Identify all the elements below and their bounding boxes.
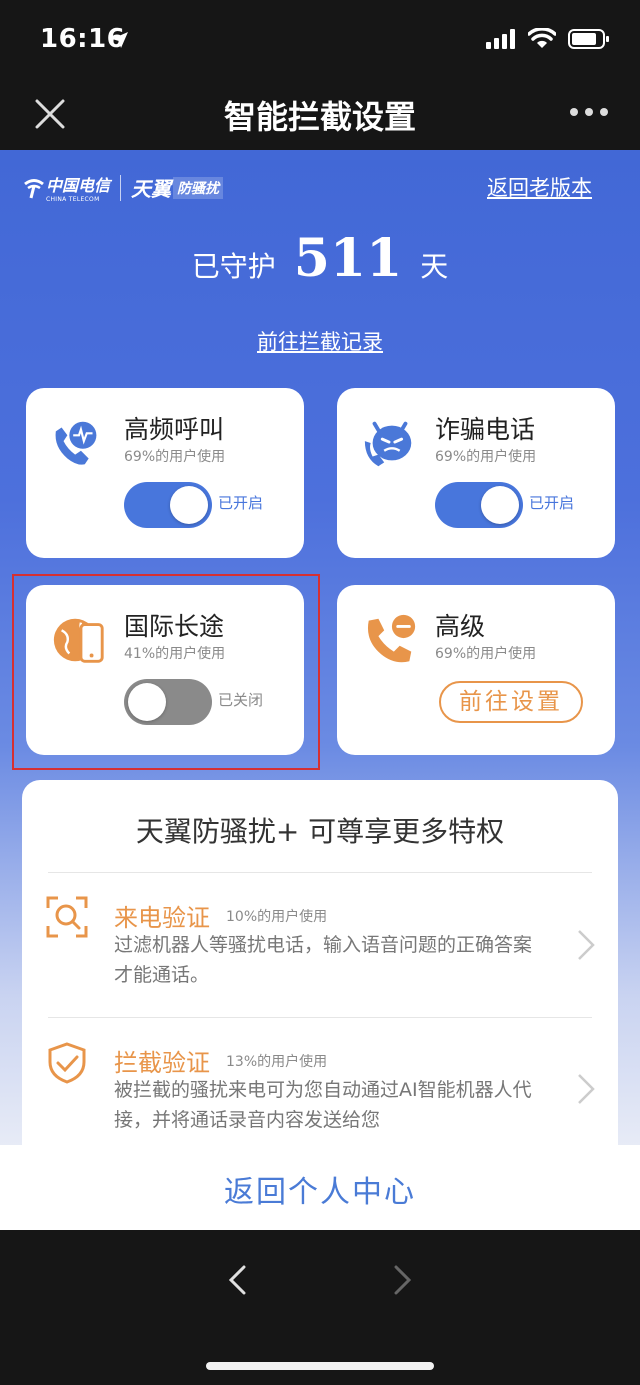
high-frequency-call-icon [55,421,97,465]
perk-usage: 13%的用户使用 [226,1054,328,1070]
guard-suffix: 天 [420,250,449,283]
perk-title: 来电验证 [114,904,210,932]
battery-icon [568,29,609,49]
perks-panel: 天翼防骚扰+ 可尊享更多特权 来电验证 10%的用户使用 过滤机器人等骚扰电话，… [22,780,618,1145]
forward-arrow-icon[interactable] [392,1264,414,1296]
return-bar: 返回个人中心 [0,1145,640,1230]
card-title: 诈骗电话 [435,415,536,444]
chevron-right-icon[interactable] [576,1072,596,1106]
nav-bar: 智能拦截设置 [0,82,640,150]
advanced-phone-icon [367,614,416,663]
wifi-icon [528,28,556,48]
status-bar: 16:16 [0,0,640,82]
card-usage: 69%的用户使用 [124,449,226,465]
main-content: 中国电信 CHINA TELECOM 天翼 防骚扰 返回老版本 已守护 511 … [0,150,640,1145]
perk-title: 拦截验证 [114,1049,210,1077]
brand-divider [120,174,122,201]
fraud-devil-icon [364,421,412,467]
card-title: 高频呼叫 [124,415,225,444]
brand-logo: 中国电信 CHINA TELECOM 天翼 防骚扰 [22,172,224,203]
signal-icon [486,29,515,49]
brand-anti-harass: 防骚扰 [173,176,224,199]
fraud-call-toggle[interactable] [435,482,523,528]
shield-check-icon [48,1042,86,1084]
perk-description: 过滤机器人等骚扰电话，输入语音问题的正确答案才能通话。 [114,934,533,986]
home-indicator[interactable] [206,1362,434,1370]
chevron-right-icon[interactable] [576,928,596,962]
scan-verify-icon [46,896,88,938]
high-frequency-toggle[interactable] [124,482,212,528]
goto-settings-button[interactable]: 前往设置 [439,681,583,723]
perk-usage: 10%的用户使用 [226,909,328,925]
back-old-version-link[interactable]: 返回老版本 [487,172,592,202]
divider [48,872,592,873]
highlight-box [12,574,320,770]
perks-title: 天翼防骚扰+ 可尊享更多特权 [135,815,505,848]
guard-prefix: 已守护 [191,250,276,283]
brand-tianyi: 天翼 [131,177,172,201]
status-icons [486,28,610,50]
location-arrow-icon [112,32,128,48]
guard-days-counter: 已守护 511 天 [0,228,640,289]
toggle-status: 已开启 [218,494,264,512]
toggle-status: 已开启 [529,494,575,512]
guard-days: 511 [293,228,403,289]
more-icon[interactable] [570,108,608,116]
china-telecom-wordmark: 中国电信 CHINA TELECOM [46,176,111,203]
card-title: 高级 [435,612,486,641]
intercept-record-link[interactable]: 前往拦截记录 [0,326,640,356]
card-fraud-call: 诈骗电话 69%的用户使用 已开启 [337,388,615,558]
card-high-frequency: 高频呼叫 69%的用户使用 已开启 [26,388,304,558]
return-personal-center-link[interactable]: 返回个人中心 [0,1167,640,1211]
card-advanced: 高级 69%的用户使用 前往设置 [337,585,615,755]
card-usage: 69%的用户使用 [435,449,537,465]
china-telecom-logo-icon [24,178,44,198]
perk-description: 被拦截的骚扰来电可为您自动通过AI智能机器人代接，并将通话录音内容发送给您 [114,1079,532,1131]
back-arrow-icon[interactable] [226,1264,248,1296]
card-usage: 69%的用户使用 [435,646,537,662]
browser-toolbar [0,1230,640,1385]
divider [48,1017,592,1018]
page-title: 智能拦截设置 [223,98,416,136]
